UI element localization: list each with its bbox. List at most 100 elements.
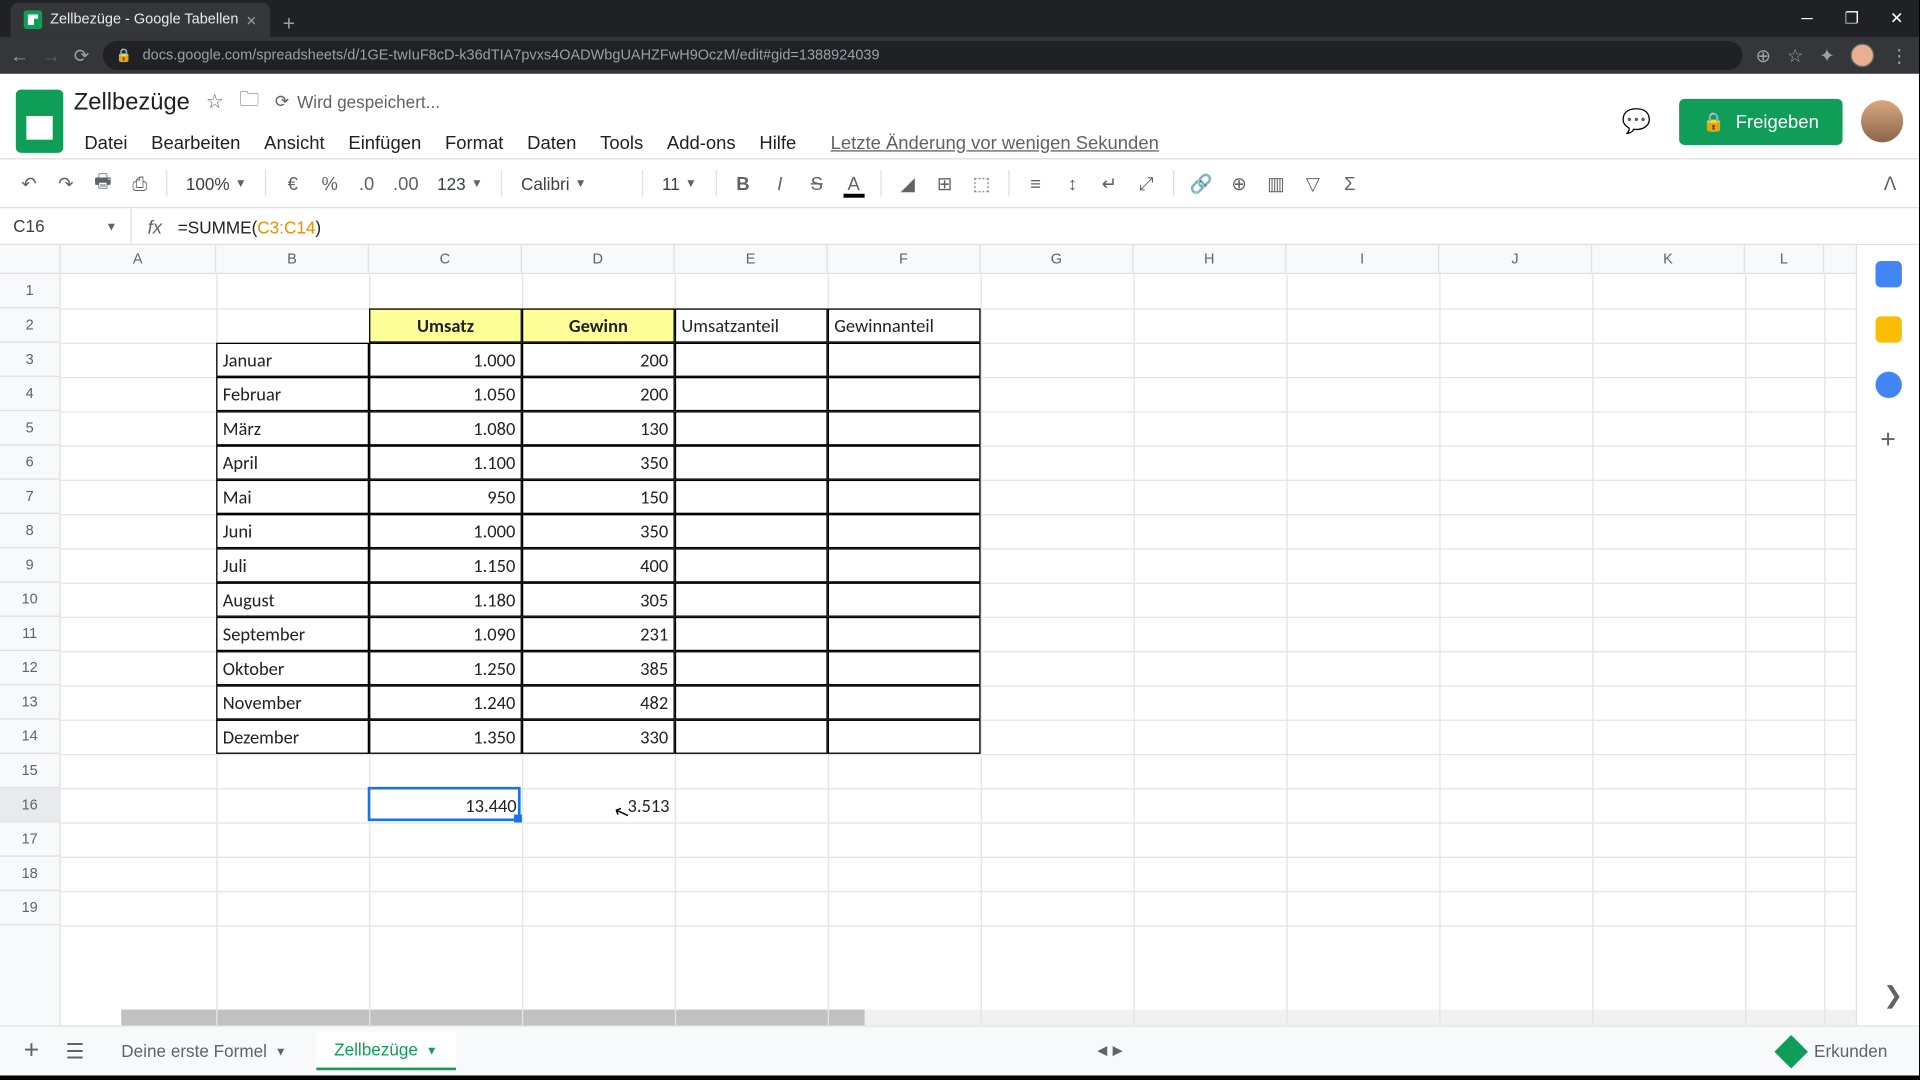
column-header[interactable]: J (1439, 245, 1592, 273)
cell[interactable] (828, 411, 981, 445)
column-header[interactable]: G (981, 245, 1134, 273)
filter-button[interactable]: ▽ (1297, 166, 1329, 200)
cell[interactable]: 305 (522, 583, 675, 617)
row-header[interactable]: 1 (0, 274, 59, 308)
column-header[interactable]: L (1745, 245, 1824, 273)
increase-decimal-button[interactable]: .00 (388, 166, 424, 200)
row-header[interactable]: 13 (0, 685, 59, 719)
row-header[interactable]: 9 (0, 548, 59, 582)
percent-button[interactable]: % (314, 166, 346, 200)
menu-ansicht[interactable]: Ansicht (254, 126, 336, 158)
cell[interactable] (828, 343, 981, 377)
calendar-icon[interactable] (1875, 261, 1901, 287)
cell[interactable] (828, 480, 981, 514)
column-header[interactable]: H (1133, 245, 1286, 273)
all-sheets-button[interactable]: ☰ (58, 1038, 93, 1064)
row-header[interactable]: 7 (0, 480, 59, 514)
cell[interactable]: 1.090 (369, 617, 522, 651)
cell[interactable]: 130 (522, 411, 675, 445)
column-header[interactable]: A (61, 245, 217, 273)
cell[interactable] (675, 343, 828, 377)
column-header[interactable]: K (1592, 245, 1745, 273)
sheets-logo-icon[interactable] (16, 90, 63, 153)
borders-button[interactable]: ⊞ (929, 166, 961, 200)
cell[interactable] (675, 377, 828, 411)
comments-button[interactable]: 💬 (1613, 98, 1660, 145)
cell[interactable]: November (216, 685, 369, 719)
cell[interactable] (675, 651, 828, 685)
extensions-icon[interactable]: ✦ (1819, 44, 1834, 66)
window-minimize-icon[interactable]: ─ (1785, 0, 1830, 37)
address-bar[interactable]: 🔒 docs.google.com/spreadsheets/d/1GE-twI… (102, 41, 1742, 70)
star-icon[interactable]: ☆ (206, 90, 224, 114)
italic-button[interactable]: I (764, 166, 796, 200)
cell[interactable] (828, 514, 981, 548)
formula-input[interactable]: =SUMME(C3:C14) (178, 214, 1919, 238)
cell[interactable]: 482 (522, 685, 675, 719)
cell[interactable]: 3.513 (522, 788, 675, 822)
cell[interactable] (675, 685, 828, 719)
menu-bearbeiten[interactable]: Bearbeiten (141, 126, 251, 158)
cell[interactable]: 1.000 (369, 514, 522, 548)
redo-button[interactable]: ↷ (50, 166, 82, 200)
cell[interactable]: 1.350 (369, 720, 522, 754)
cell[interactable]: Umsatz (369, 308, 522, 342)
menu-hilfe[interactable]: Hilfe (749, 126, 807, 158)
window-maximize-icon[interactable]: ❐ (1829, 0, 1874, 37)
row-header[interactable]: 15 (0, 754, 59, 788)
cell[interactable]: Februar (216, 377, 369, 411)
row-header[interactable]: 11 (0, 617, 59, 651)
row-header[interactable]: 10 (0, 583, 59, 617)
nav-back-icon[interactable]: ← (11, 45, 29, 66)
row-header[interactable]: 5 (0, 411, 59, 445)
bookmark-icon[interactable]: ☆ (1787, 44, 1804, 66)
cell[interactable]: Januar (216, 343, 369, 377)
cell[interactable]: 950 (369, 480, 522, 514)
fill-color-button[interactable]: ◢ (892, 166, 924, 200)
row-header[interactable]: 4 (0, 377, 59, 411)
cell[interactable]: Gewinn (522, 308, 675, 342)
column-header[interactable]: F (828, 245, 981, 273)
functions-button[interactable]: Σ (1334, 166, 1366, 200)
share-button[interactable]: 🔒 Freigeben (1678, 98, 1842, 144)
add-addon-icon[interactable]: + (1875, 427, 1901, 453)
menu-addons[interactable]: Add-ons (656, 126, 746, 158)
new-tab-button[interactable]: + (270, 13, 309, 37)
menu-format[interactable]: Format (434, 126, 514, 158)
number-format-select[interactable]: 123▼ (429, 173, 490, 193)
expand-side-icon[interactable]: ❯ (1883, 982, 1903, 1010)
row-header[interactable]: 14 (0, 720, 59, 754)
cell[interactable] (675, 445, 828, 479)
cell[interactable]: 1.150 (369, 548, 522, 582)
column-header[interactable]: C (369, 245, 522, 273)
cell[interactable]: 1.000 (369, 343, 522, 377)
menu-einfuegen[interactable]: Einfügen (338, 126, 432, 158)
row-header[interactable]: 2 (0, 308, 59, 342)
cell[interactable]: März (216, 411, 369, 445)
row-header[interactable]: 3 (0, 343, 59, 377)
collapse-toolbar-icon[interactable]: ᐱ (1874, 166, 1906, 200)
wrap-button[interactable]: ↵ (1094, 166, 1126, 200)
cell[interactable] (828, 651, 981, 685)
row-header[interactable]: 18 (0, 857, 59, 891)
column-header[interactable]: E (675, 245, 828, 273)
link-button[interactable]: 🔗 (1184, 166, 1218, 200)
row-header[interactable]: 6 (0, 445, 59, 479)
cell[interactable] (828, 617, 981, 651)
cell[interactable] (675, 617, 828, 651)
cell[interactable]: September (216, 617, 369, 651)
sheet-tab-2[interactable]: Zellbezüge ▼ (316, 1032, 456, 1070)
chevron-down-icon[interactable]: ▼ (426, 1043, 438, 1056)
cell[interactable]: 1.250 (369, 651, 522, 685)
sheet-nav-left-icon[interactable]: ◀ (1097, 1044, 1107, 1058)
row-header[interactable]: 16 (0, 788, 59, 822)
print-button[interactable]: 🖶 (87, 166, 119, 200)
add-sheet-button[interactable]: + (16, 1036, 47, 1066)
cell[interactable]: 231 (522, 617, 675, 651)
cell[interactable]: 1.080 (369, 411, 522, 445)
tab-close-icon[interactable]: × (246, 10, 256, 30)
cell[interactable] (675, 480, 828, 514)
cell[interactable]: Gewinnanteil (828, 308, 981, 342)
tasks-icon[interactable] (1875, 372, 1901, 398)
cell[interactable] (828, 685, 981, 719)
